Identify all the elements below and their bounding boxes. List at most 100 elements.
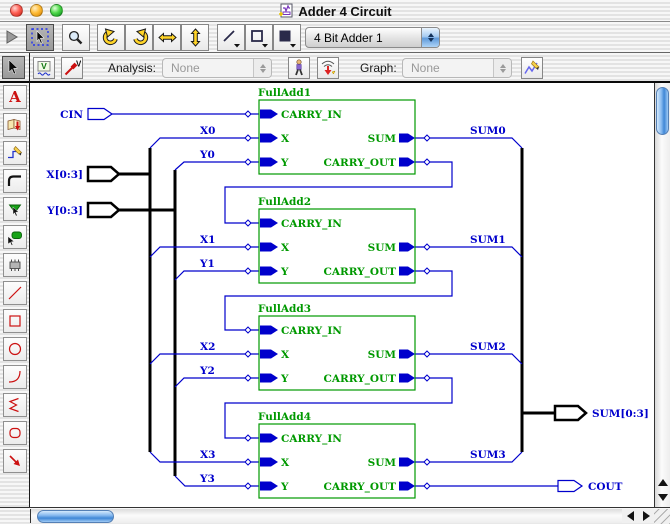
rectangle-tool-button[interactable]	[3, 309, 27, 333]
main-toolbar: 4 Bit Adder 1	[0, 22, 670, 53]
text-tool-button[interactable]: A	[3, 85, 27, 109]
port-SUM[0:3][interactable]	[555, 406, 586, 420]
wire-label-X0: X0	[200, 125, 215, 137]
wire-SUM0[interactable]	[415, 138, 522, 148]
device-tool-icon	[6, 256, 24, 274]
scroll-right-icon[interactable]	[643, 511, 650, 521]
probe-v-button[interactable]: V	[61, 57, 83, 79]
graph-selector[interactable]: None	[402, 58, 512, 78]
fill-style-icon	[277, 28, 297, 48]
scroll-down-icon[interactable]	[658, 494, 668, 501]
draw-wire-icon	[6, 144, 24, 162]
wire-label-Y1: Y1	[199, 258, 215, 270]
schematic-canvas[interactable]: X0Y0X1Y1X2Y2X3Y3SUM0SUM1SUM2SUM3FullAdd1…	[30, 83, 654, 507]
pin-arrow-icon	[399, 267, 415, 276]
part-library-button[interactable]	[3, 113, 27, 137]
wire-X1[interactable]	[150, 247, 259, 257]
voltage-marker-button[interactable]: V	[33, 57, 55, 79]
vertical-scrollbar-thumb[interactable]	[656, 87, 669, 135]
flip-vertical-button[interactable]	[181, 24, 209, 51]
rotate-left-button[interactable]	[97, 24, 125, 51]
scroll-up-icon[interactable]	[658, 479, 668, 486]
wire-label-Y0: Y0	[199, 149, 215, 161]
ellipse-tool-button[interactable]	[3, 337, 27, 361]
port-X[0:3][interactable]	[88, 167, 119, 181]
pin-arrow-icon	[260, 110, 278, 119]
svg-text:A: A	[8, 88, 21, 106]
fill-style-button[interactable]	[273, 24, 301, 51]
port-CIN[interactable]	[88, 109, 112, 120]
wire-X0[interactable]	[150, 138, 259, 148]
resize-grip[interactable]	[654, 509, 670, 524]
graph-edit-button[interactable]	[521, 57, 543, 79]
polygon-tool-icon	[6, 396, 24, 414]
wire-X2[interactable]	[150, 354, 259, 364]
circuit-selector[interactable]: 4 Bit Adder 1	[305, 27, 440, 48]
pin-arrow-icon	[399, 158, 415, 167]
junction-diamond	[245, 159, 251, 165]
outline-style-button[interactable]	[245, 24, 273, 51]
wire-SUM2[interactable]	[415, 354, 522, 364]
junction-diamond	[245, 111, 251, 117]
draw-wire-button[interactable]	[3, 141, 27, 165]
vertical-scrollbar[interactable]	[654, 83, 670, 507]
cursor-tool-button[interactable]	[2, 56, 25, 79]
line-tool-button[interactable]	[3, 281, 27, 305]
circuit-drawing: X0Y0X1Y1X2Y2X3Y3SUM0SUM1SUM2SUM3FullAdd1…	[30, 83, 654, 507]
flip-horizontal-button[interactable]	[153, 24, 181, 51]
ellipse-tool-icon	[6, 340, 24, 358]
junction-diamond	[245, 435, 251, 441]
scroll-left-icon[interactable]	[627, 511, 634, 521]
zoom-tool-button[interactable]	[62, 24, 90, 51]
graph-edit-icon	[523, 59, 541, 77]
draw-bus-button[interactable]	[3, 169, 27, 193]
text-tool-icon: A	[6, 88, 24, 106]
block-title: FullAdd4	[258, 411, 311, 423]
label-marker-button[interactable]	[3, 225, 27, 249]
junction-diamond	[424, 459, 430, 465]
wire-label-Y2: Y2	[199, 365, 215, 377]
wire-label-SUM1: SUM1	[470, 234, 506, 246]
pin-label: X	[281, 457, 290, 469]
workspace: A	[0, 83, 670, 507]
rounded-rect-tool-button[interactable]	[3, 421, 27, 445]
wire-SUM3[interactable]	[415, 452, 522, 462]
junction-diamond	[245, 459, 251, 465]
walk-person-button[interactable]	[288, 57, 310, 79]
pin-label: CARRY_IN	[281, 325, 342, 338]
voltage-marker-icon: V	[35, 59, 53, 77]
selection-tool-button[interactable]	[26, 24, 54, 51]
title-bar[interactable]: Adder 4 Circuit	[0, 0, 670, 22]
app-window: Adder 4 Circuit	[0, 0, 670, 523]
pin-arrow-icon	[260, 434, 278, 443]
horizontal-scrollbar[interactable]	[30, 509, 622, 523]
signal-inject-icon	[319, 59, 337, 77]
port-Y[0:3][interactable]	[88, 203, 119, 217]
rotate-right-button[interactable]	[125, 24, 153, 51]
junction-diamond	[424, 351, 430, 357]
polygon-tool-button[interactable]	[3, 393, 27, 417]
pin-label: SUM	[368, 457, 397, 469]
run-icon[interactable]	[5, 30, 19, 44]
device-tool-button[interactable]	[3, 253, 27, 277]
junction-diamond	[245, 327, 251, 333]
wire-SUM1[interactable]	[415, 247, 522, 257]
probe-tool-button[interactable]	[3, 197, 27, 221]
document-icon	[278, 3, 294, 19]
line-style-button[interactable]	[217, 24, 245, 51]
pin-label: X	[281, 242, 290, 254]
analysis-selector-value: None	[163, 61, 253, 75]
analysis-selector[interactable]: None	[162, 58, 272, 78]
pin-label: Y	[280, 266, 289, 278]
horizontal-scrollbar-thumb[interactable]	[37, 510, 114, 523]
popup-stepper-icon	[493, 59, 511, 77]
pointer-arrow-tool-button[interactable]	[3, 449, 27, 473]
pin-label: CARRY_OUT	[324, 373, 397, 386]
junction-diamond	[245, 375, 251, 381]
wire-label-SUM3: SUM3	[470, 449, 506, 461]
signal-inject-button[interactable]	[317, 57, 339, 79]
arc-tool-button[interactable]	[3, 365, 27, 389]
rounded-rect-tool-icon	[6, 424, 24, 442]
port-COUT[interactable]	[558, 481, 582, 492]
line-style-icon	[221, 28, 241, 48]
